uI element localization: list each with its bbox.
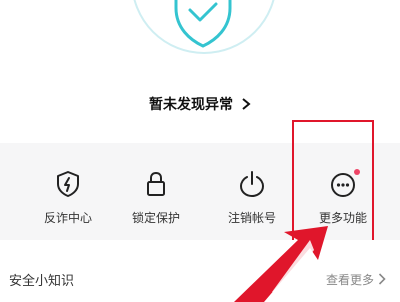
fraud-center-label: 反诈中心	[43, 211, 92, 225]
security-tips-title: 安全小知识	[9, 274, 75, 289]
fraud-center-button[interactable]: 反诈中心	[16, 143, 120, 240]
lock-protection-button[interactable]: 锁定保护	[106, 143, 206, 240]
security-tips-section: 安全小知识 查看更多	[0, 240, 400, 300]
shield-icon	[174, 0, 232, 48]
lock-icon	[147, 171, 165, 196]
security-status-text: 暂未发现异常	[149, 97, 233, 113]
security-status-row[interactable]: 暂未发现异常	[0, 92, 400, 116]
chevron-right-icon	[242, 98, 251, 110]
chevron-right-icon	[378, 273, 386, 285]
lock-protection-label: 锁定保护	[131, 211, 180, 225]
fraud-shield-icon	[57, 171, 79, 197]
power-icon	[239, 171, 265, 198]
annotation-arrow-icon	[234, 226, 328, 302]
